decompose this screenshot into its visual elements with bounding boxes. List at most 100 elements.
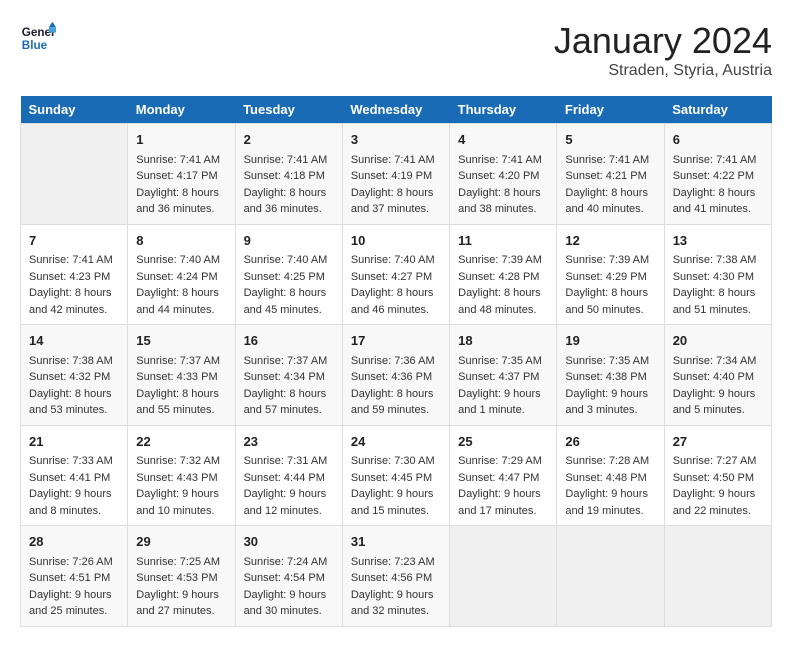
day-number: 4 [458,130,548,150]
day-number: 20 [673,331,763,351]
calendar-cell: 9Sunrise: 7:40 AM Sunset: 4:25 PM Daylig… [235,224,342,325]
day-info: Sunrise: 7:34 AM Sunset: 4:40 PM Dayligh… [673,353,763,419]
calendar-week-row: 7Sunrise: 7:41 AM Sunset: 4:23 PM Daylig… [21,224,772,325]
day-number: 11 [458,231,548,251]
day-number: 6 [673,130,763,150]
day-info: Sunrise: 7:41 AM Sunset: 4:18 PM Dayligh… [244,152,334,218]
calendar-cell [450,526,557,627]
day-number: 30 [244,532,334,552]
calendar-cell: 13Sunrise: 7:38 AM Sunset: 4:30 PM Dayli… [664,224,771,325]
header-tuesday: Tuesday [235,96,342,124]
calendar-cell: 12Sunrise: 7:39 AM Sunset: 4:29 PM Dayli… [557,224,664,325]
calendar-week-row: 28Sunrise: 7:26 AM Sunset: 4:51 PM Dayli… [21,526,772,627]
day-number: 22 [136,432,226,452]
calendar-cell: 1Sunrise: 7:41 AM Sunset: 4:17 PM Daylig… [128,124,235,225]
calendar-week-row: 1Sunrise: 7:41 AM Sunset: 4:17 PM Daylig… [21,124,772,225]
day-number: 13 [673,231,763,251]
header-wednesday: Wednesday [342,96,449,124]
day-number: 8 [136,231,226,251]
calendar-cell: 25Sunrise: 7:29 AM Sunset: 4:47 PM Dayli… [450,425,557,526]
day-info: Sunrise: 7:30 AM Sunset: 4:45 PM Dayligh… [351,453,441,519]
day-number: 31 [351,532,441,552]
calendar-cell: 5Sunrise: 7:41 AM Sunset: 4:21 PM Daylig… [557,124,664,225]
calendar-cell: 18Sunrise: 7:35 AM Sunset: 4:37 PM Dayli… [450,325,557,426]
day-info: Sunrise: 7:36 AM Sunset: 4:36 PM Dayligh… [351,353,441,419]
day-info: Sunrise: 7:37 AM Sunset: 4:33 PM Dayligh… [136,353,226,419]
calendar-cell: 30Sunrise: 7:24 AM Sunset: 4:54 PM Dayli… [235,526,342,627]
day-info: Sunrise: 7:40 AM Sunset: 4:27 PM Dayligh… [351,252,441,318]
day-info: Sunrise: 7:40 AM Sunset: 4:25 PM Dayligh… [244,252,334,318]
calendar-cell: 14Sunrise: 7:38 AM Sunset: 4:32 PM Dayli… [21,325,128,426]
day-number: 2 [244,130,334,150]
logo: General Blue [20,20,56,56]
day-info: Sunrise: 7:33 AM Sunset: 4:41 PM Dayligh… [29,453,119,519]
header-thursday: Thursday [450,96,557,124]
day-info: Sunrise: 7:35 AM Sunset: 4:37 PM Dayligh… [458,353,548,419]
day-info: Sunrise: 7:39 AM Sunset: 4:29 PM Dayligh… [565,252,655,318]
day-info: Sunrise: 7:28 AM Sunset: 4:48 PM Dayligh… [565,453,655,519]
day-number: 18 [458,331,548,351]
day-number: 3 [351,130,441,150]
calendar-cell: 28Sunrise: 7:26 AM Sunset: 4:51 PM Dayli… [21,526,128,627]
calendar-cell: 6Sunrise: 7:41 AM Sunset: 4:22 PM Daylig… [664,124,771,225]
day-info: Sunrise: 7:31 AM Sunset: 4:44 PM Dayligh… [244,453,334,519]
day-info: Sunrise: 7:24 AM Sunset: 4:54 PM Dayligh… [244,554,334,620]
calendar-cell: 11Sunrise: 7:39 AM Sunset: 4:28 PM Dayli… [450,224,557,325]
calendar-cell: 21Sunrise: 7:33 AM Sunset: 4:41 PM Dayli… [21,425,128,526]
header-friday: Friday [557,96,664,124]
day-number: 17 [351,331,441,351]
title-area: January 2024 Straden, Styria, Austria [554,20,772,80]
day-number: 1 [136,130,226,150]
calendar-cell: 7Sunrise: 7:41 AM Sunset: 4:23 PM Daylig… [21,224,128,325]
day-number: 24 [351,432,441,452]
calendar-header-row: SundayMondayTuesdayWednesdayThursdayFrid… [21,96,772,124]
header-monday: Monday [128,96,235,124]
day-info: Sunrise: 7:23 AM Sunset: 4:56 PM Dayligh… [351,554,441,620]
day-number: 29 [136,532,226,552]
calendar-cell: 16Sunrise: 7:37 AM Sunset: 4:34 PM Dayli… [235,325,342,426]
day-number: 10 [351,231,441,251]
day-info: Sunrise: 7:37 AM Sunset: 4:34 PM Dayligh… [244,353,334,419]
calendar-cell: 3Sunrise: 7:41 AM Sunset: 4:19 PM Daylig… [342,124,449,225]
day-info: Sunrise: 7:39 AM Sunset: 4:28 PM Dayligh… [458,252,548,318]
calendar-cell: 24Sunrise: 7:30 AM Sunset: 4:45 PM Dayli… [342,425,449,526]
page-header: General Blue January 2024 Straden, Styri… [20,20,772,80]
day-number: 25 [458,432,548,452]
calendar-cell [664,526,771,627]
day-number: 7 [29,231,119,251]
day-number: 26 [565,432,655,452]
day-info: Sunrise: 7:38 AM Sunset: 4:30 PM Dayligh… [673,252,763,318]
day-number: 28 [29,532,119,552]
day-info: Sunrise: 7:35 AM Sunset: 4:38 PM Dayligh… [565,353,655,419]
calendar-week-row: 21Sunrise: 7:33 AM Sunset: 4:41 PM Dayli… [21,425,772,526]
day-info: Sunrise: 7:41 AM Sunset: 4:20 PM Dayligh… [458,152,548,218]
calendar-cell [21,124,128,225]
calendar-cell: 23Sunrise: 7:31 AM Sunset: 4:44 PM Dayli… [235,425,342,526]
day-info: Sunrise: 7:26 AM Sunset: 4:51 PM Dayligh… [29,554,119,620]
calendar-cell: 22Sunrise: 7:32 AM Sunset: 4:43 PM Dayli… [128,425,235,526]
calendar-cell: 20Sunrise: 7:34 AM Sunset: 4:40 PM Dayli… [664,325,771,426]
calendar-cell: 10Sunrise: 7:40 AM Sunset: 4:27 PM Dayli… [342,224,449,325]
calendar-cell: 8Sunrise: 7:40 AM Sunset: 4:24 PM Daylig… [128,224,235,325]
day-info: Sunrise: 7:41 AM Sunset: 4:22 PM Dayligh… [673,152,763,218]
logo-icon: General Blue [20,20,56,56]
calendar-cell: 4Sunrise: 7:41 AM Sunset: 4:20 PM Daylig… [450,124,557,225]
day-number: 9 [244,231,334,251]
day-number: 15 [136,331,226,351]
day-info: Sunrise: 7:41 AM Sunset: 4:21 PM Dayligh… [565,152,655,218]
calendar-cell: 29Sunrise: 7:25 AM Sunset: 4:53 PM Dayli… [128,526,235,627]
day-info: Sunrise: 7:41 AM Sunset: 4:23 PM Dayligh… [29,252,119,318]
day-info: Sunrise: 7:41 AM Sunset: 4:17 PM Dayligh… [136,152,226,218]
day-info: Sunrise: 7:27 AM Sunset: 4:50 PM Dayligh… [673,453,763,519]
calendar-cell [557,526,664,627]
calendar-cell: 31Sunrise: 7:23 AM Sunset: 4:56 PM Dayli… [342,526,449,627]
day-number: 27 [673,432,763,452]
subtitle: Straden, Styria, Austria [554,62,772,80]
calendar-cell: 17Sunrise: 7:36 AM Sunset: 4:36 PM Dayli… [342,325,449,426]
calendar-week-row: 14Sunrise: 7:38 AM Sunset: 4:32 PM Dayli… [21,325,772,426]
day-info: Sunrise: 7:32 AM Sunset: 4:43 PM Dayligh… [136,453,226,519]
header-sunday: Sunday [21,96,128,124]
day-info: Sunrise: 7:25 AM Sunset: 4:53 PM Dayligh… [136,554,226,620]
main-title: January 2024 [554,20,772,62]
day-number: 5 [565,130,655,150]
